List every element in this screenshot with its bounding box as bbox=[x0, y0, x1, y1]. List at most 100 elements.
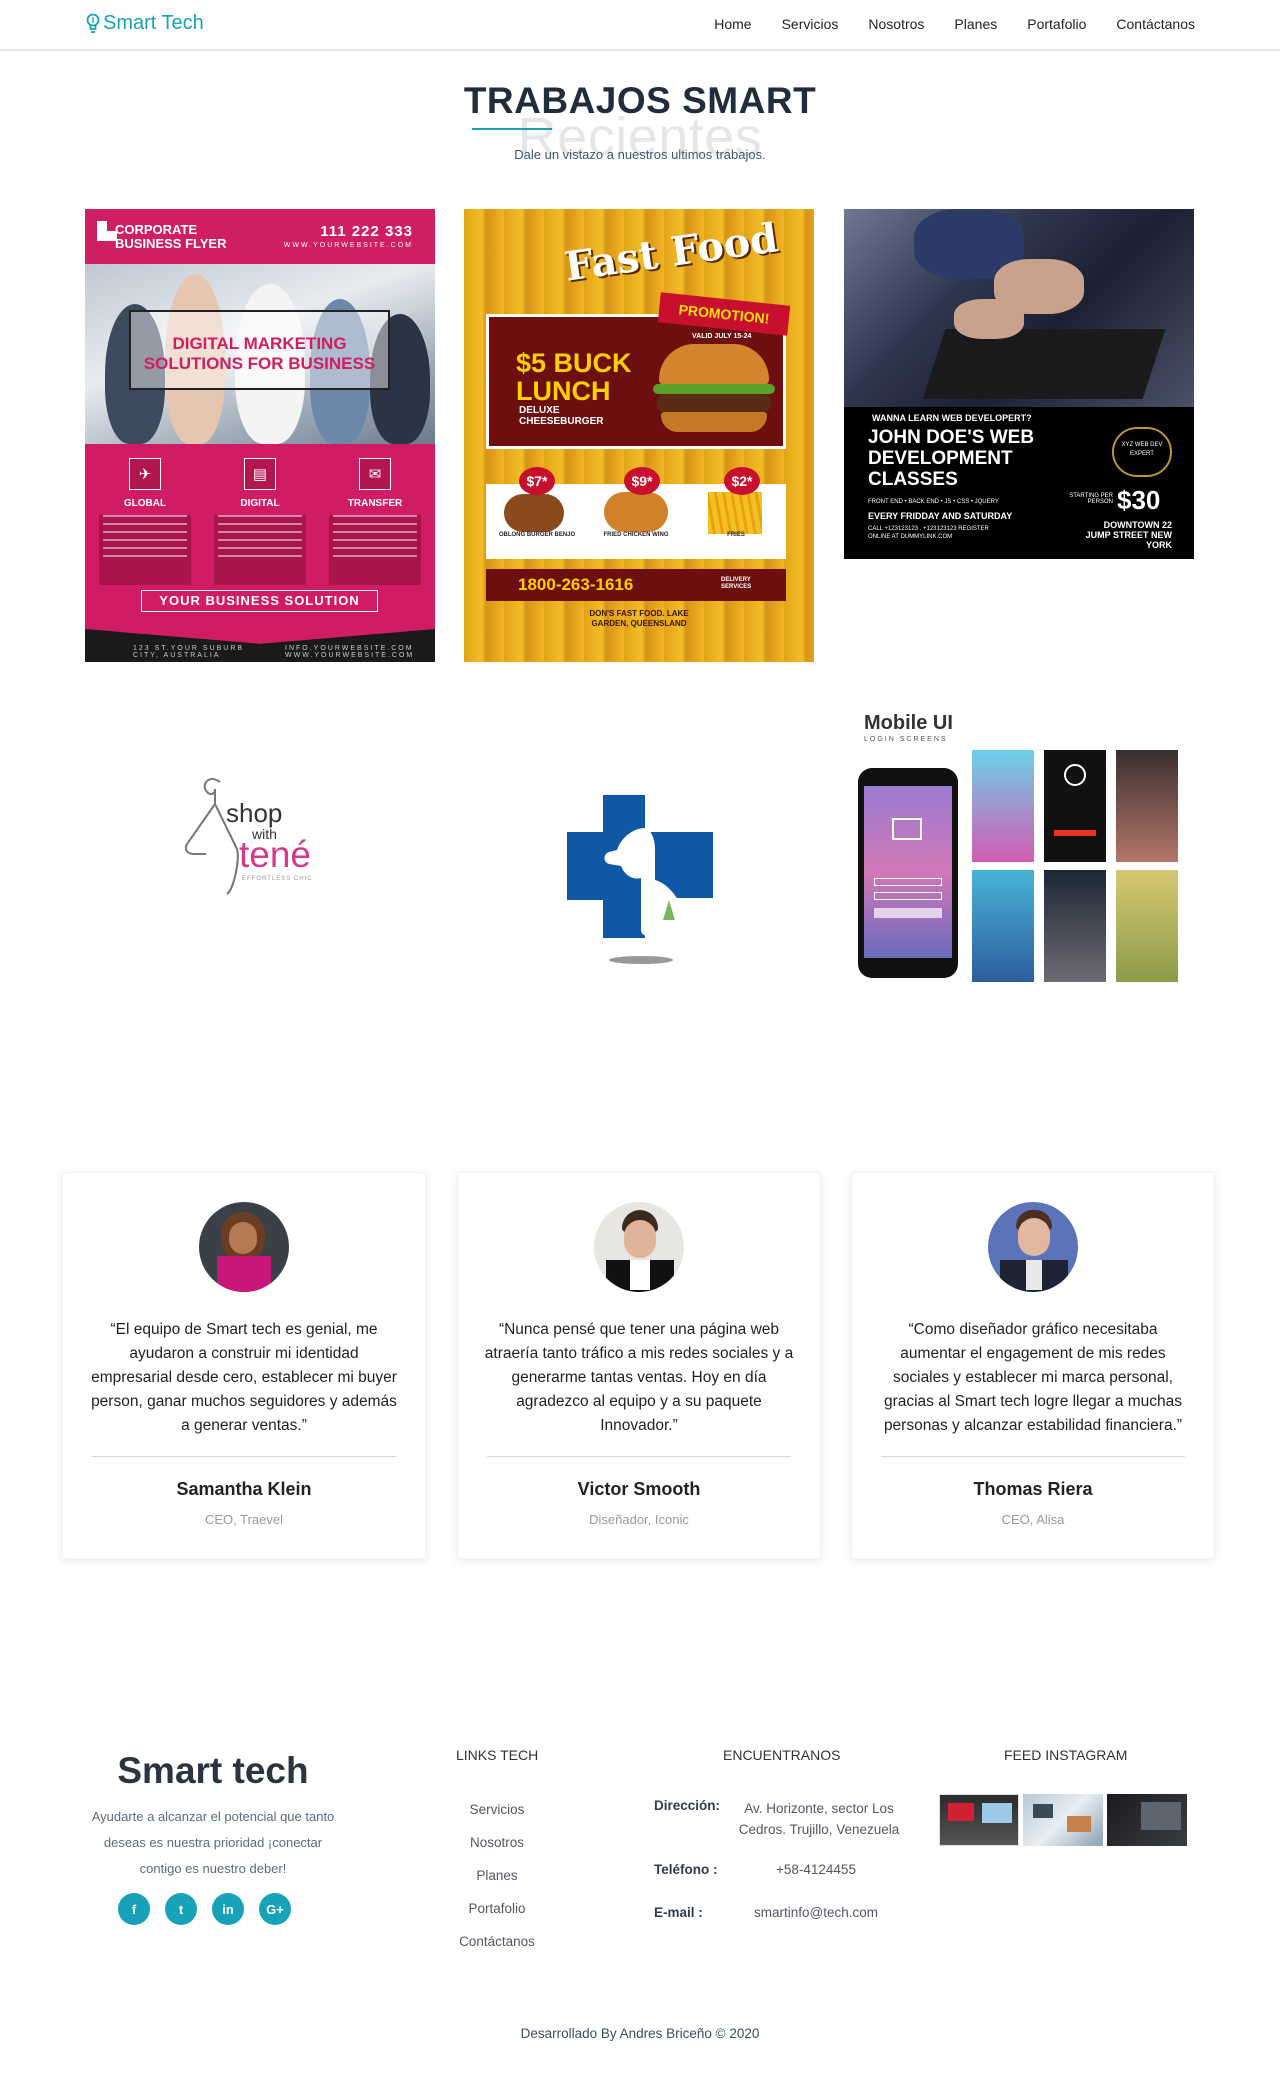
webdev-panel: WANNA LEARN WEB DEVELOPERT? JOHN DOE'S W… bbox=[844, 407, 1194, 559]
testimonial-card: “El equipo de Smart tech es genial, me a… bbox=[62, 1172, 426, 1559]
ff-buck-lunch: $5 BUCK LUNCH bbox=[516, 348, 632, 406]
webdev-starting: STARTING PER PERSON bbox=[1069, 493, 1113, 505]
address-value: Av. Horizonte, sector Los Cedros. Trujil… bbox=[738, 1801, 900, 1837]
avatar bbox=[199, 1202, 289, 1292]
flyer-col-transfer: ✉ TRANSFER bbox=[329, 458, 421, 585]
instagram-photo[interactable] bbox=[1023, 1794, 1103, 1846]
brand-logo[interactable]: Smart Tech bbox=[86, 12, 204, 35]
flyer-solution: YOUR BUSINESS SOLUTION bbox=[141, 590, 378, 612]
webdev-wanna: WANNA LEARN WEB DEVELOPERT? bbox=[872, 413, 1032, 423]
footer-link-contactanos[interactable]: Contáctanos bbox=[440, 1925, 554, 1958]
screen-thumb bbox=[972, 870, 1034, 982]
webdev-price: $30 bbox=[1117, 485, 1161, 515]
linkedin-icon[interactable]: in bbox=[212, 1893, 244, 1925]
screen-thumb bbox=[1116, 870, 1178, 982]
ff-food-label: OBLONG BURGER BENJO bbox=[498, 532, 576, 538]
portfolio-item-shop-logo[interactable]: shop with tené EFFORTLESS CHIC bbox=[182, 774, 342, 904]
footer-link-portafolio[interactable]: Portafolio bbox=[440, 1892, 554, 1925]
footer-description: Ayudarte a alcanzar el potencial que tan… bbox=[91, 1809, 335, 1876]
portfolio-item-vet-logo[interactable] bbox=[555, 790, 720, 970]
portfolio-item-fast-food[interactable]: Fast Food PROMOTION! VALID JULY 15-24 $5… bbox=[464, 209, 814, 662]
section-title: TRABAJOS SMART bbox=[463, 80, 817, 121]
col-label: TRANSFER bbox=[347, 498, 403, 509]
hand bbox=[954, 299, 1024, 339]
flyer-headline: DIGITAL MARKETING SOLUTIONS FOR BUSINESS bbox=[129, 310, 390, 390]
col-label: DIGITAL bbox=[240, 498, 280, 509]
footer-brand: Smart tech Ayudarte a alcanzar el potenc… bbox=[88, 1750, 338, 1882]
google-plus-icon[interactable]: G+ bbox=[259, 1893, 291, 1925]
portfolio-header: Recientes TRABAJOS SMART Dale un vistazo… bbox=[0, 80, 1280, 167]
footer-link-servicios[interactable]: Servicios bbox=[440, 1793, 554, 1826]
ff-price-2: $9* bbox=[624, 467, 660, 495]
flyer-site: WWW.YOURWEBSITE.COM bbox=[283, 242, 413, 249]
testimonial-quote: “Nunca pensé que tener una página web at… bbox=[484, 1321, 794, 1434]
twitter-icon[interactable]: t bbox=[165, 1893, 197, 1925]
copyright: Desarrollado By Andres Briceño © 2020 bbox=[520, 2026, 760, 2041]
instagram-photo[interactable] bbox=[939, 1794, 1019, 1846]
portfolio-item-mobile-ui[interactable]: Mobile UI LOGIN SCREENS bbox=[852, 704, 1192, 994]
webdev-badge: XYZ WEB DEV EXPERT bbox=[1112, 427, 1172, 477]
ff-price-1: $7* bbox=[519, 467, 555, 495]
testimonial-card: “Nunca pensé que tener una página web at… bbox=[457, 1172, 821, 1559]
webdev-schedule: EVERY FRIDDAY AND SATURDAY bbox=[868, 511, 1013, 521]
footer-link-planes[interactable]: Planes bbox=[440, 1859, 554, 1892]
lightbulb-icon bbox=[86, 13, 100, 33]
shop-word: shop bbox=[226, 798, 283, 828]
divider bbox=[92, 1456, 396, 1457]
phone-mockup bbox=[858, 768, 958, 978]
webdev-title: JOHN DOE'S WEB DEVELOPMENT CLASSES bbox=[868, 427, 1035, 490]
flyer-foot-site: INFO.YOURWEBSITE.COM WWW.YOURWEBSITE.COM bbox=[285, 645, 415, 659]
divider bbox=[487, 1456, 791, 1457]
flyer-foot-address: 123 ST.YOUR SUBURB CITY, AUSTRALIA bbox=[133, 645, 245, 659]
facebook-icon[interactable]: f bbox=[118, 1893, 150, 1925]
email-value[interactable]: smartinfo@tech.com bbox=[754, 1905, 878, 1920]
email-label: E-mail : bbox=[654, 1905, 703, 1920]
brand-name: Smart Tech bbox=[103, 12, 204, 34]
envelope-icon: ✉ bbox=[359, 458, 391, 490]
avatar bbox=[988, 1202, 1078, 1292]
avatar bbox=[594, 1202, 684, 1292]
flyer-corp-title: CORPORATE BUSINESS FLYER bbox=[115, 222, 227, 251]
footer-link-nosotros[interactable]: Nosotros bbox=[440, 1826, 554, 1859]
nav-nosotros[interactable]: Nosotros bbox=[868, 16, 924, 32]
ff-food-label: FRIES bbox=[727, 532, 745, 538]
links-title: LINKS TECH bbox=[456, 1747, 539, 1763]
nav-contactanos[interactable]: Contáctanos bbox=[1116, 16, 1195, 32]
ff-food-label: FRIED CHICKEN WING bbox=[603, 532, 669, 538]
testimonial-card: “Como diseñador gráfico necesitaba aumen… bbox=[851, 1172, 1215, 1559]
screen-thumb bbox=[1116, 750, 1178, 862]
placeholder-text bbox=[99, 515, 191, 585]
shop-tagline: EFFORTLESS CHIC bbox=[242, 876, 313, 882]
contact-title: ENCUENTRANOS bbox=[723, 1747, 841, 1763]
footer-links: Servicios Nosotros Planes Portafolio Con… bbox=[440, 1793, 554, 1958]
flyer-logo-icon bbox=[97, 221, 117, 241]
navbar: Smart Tech Home Servicios Nosotros Plane… bbox=[0, 0, 1280, 51]
mobile-title: Mobile UI bbox=[864, 712, 953, 734]
nav-planes[interactable]: Planes bbox=[954, 16, 997, 32]
portfolio-item-corporate-flyer[interactable]: CORPORATE BUSINESS FLYER 111 222 333 WWW… bbox=[85, 209, 435, 662]
portfolio-item-web-dev-classes[interactable]: WANNA LEARN WEB DEVELOPERT? JOHN DOE'S W… bbox=[844, 209, 1194, 559]
laptop-photo bbox=[844, 209, 1194, 407]
testimonial-role: Diseñador, Iconic bbox=[589, 1512, 689, 1527]
col-label: GLOBAL bbox=[123, 498, 167, 509]
placeholder-text bbox=[214, 515, 306, 585]
nav-portafolio[interactable]: Portafolio bbox=[1027, 16, 1086, 32]
address-label: Dirección: bbox=[654, 1798, 721, 1813]
flyer-col-global: ✈ GLOBAL bbox=[99, 458, 191, 585]
section-subtitle: Dale un vistazo a nuestros ultimos traba… bbox=[514, 147, 766, 162]
document-icon: ▤ bbox=[244, 458, 276, 490]
contact-phone: Teléfono : bbox=[654, 1862, 718, 1877]
nav-servicios[interactable]: Servicios bbox=[782, 16, 839, 32]
flyer-phone: 111 222 333 bbox=[320, 223, 413, 240]
social-links: f t in G+ bbox=[118, 1893, 291, 1925]
ff-price-3: $2* bbox=[724, 467, 760, 495]
divider bbox=[881, 1456, 1185, 1457]
testimonial-role: CEO, Alisa bbox=[1001, 1512, 1065, 1527]
instagram-photo[interactable] bbox=[1107, 1794, 1187, 1846]
testimonial-name: Samantha Klein bbox=[176, 1479, 312, 1499]
testimonial-name: Thomas Riera bbox=[973, 1479, 1093, 1499]
nav-home[interactable]: Home bbox=[714, 16, 751, 32]
burger-illustration bbox=[649, 344, 779, 439]
screen-thumb bbox=[1044, 750, 1106, 862]
contact-address: Dirección: bbox=[654, 1798, 720, 1813]
